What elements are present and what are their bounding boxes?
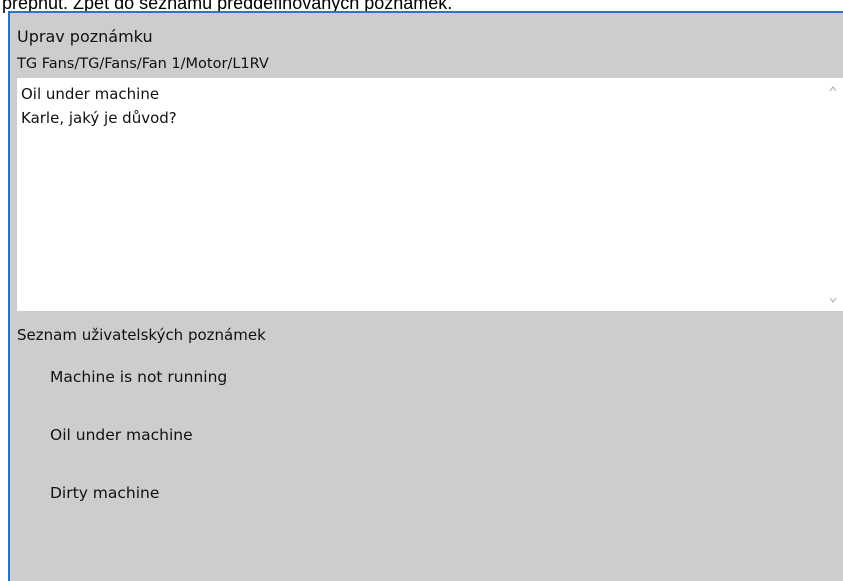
- edit-note-dialog: Uprav poznámku TG Fans/TG/Fans/Fan 1/Mot…: [8, 11, 843, 581]
- note-textarea[interactable]: Oil under machine Karle, jaký je důvod?: [17, 78, 843, 311]
- user-notes-list: Machine is not running Oil under machine…: [50, 368, 227, 542]
- note-path: TG Fans/TG/Fans/Fan 1/Motor/L1RV: [17, 56, 269, 72]
- dialog-title: Uprav poznámku: [17, 27, 153, 46]
- chevron-up-icon[interactable]: [828, 84, 838, 94]
- note-line: Oil under machine: [21, 85, 160, 103]
- user-notes-label: Seznam uživatelských poznámek: [17, 326, 266, 344]
- chevron-down-icon[interactable]: [828, 295, 838, 305]
- list-item[interactable]: Dirty machine: [50, 484, 227, 542]
- list-item[interactable]: Machine is not running: [50, 368, 227, 426]
- note-content[interactable]: Oil under machine Karle, jaký je důvod?: [21, 82, 177, 130]
- note-line: Karle, jaký je důvod?: [21, 109, 177, 127]
- list-item[interactable]: Oil under machine: [50, 426, 227, 484]
